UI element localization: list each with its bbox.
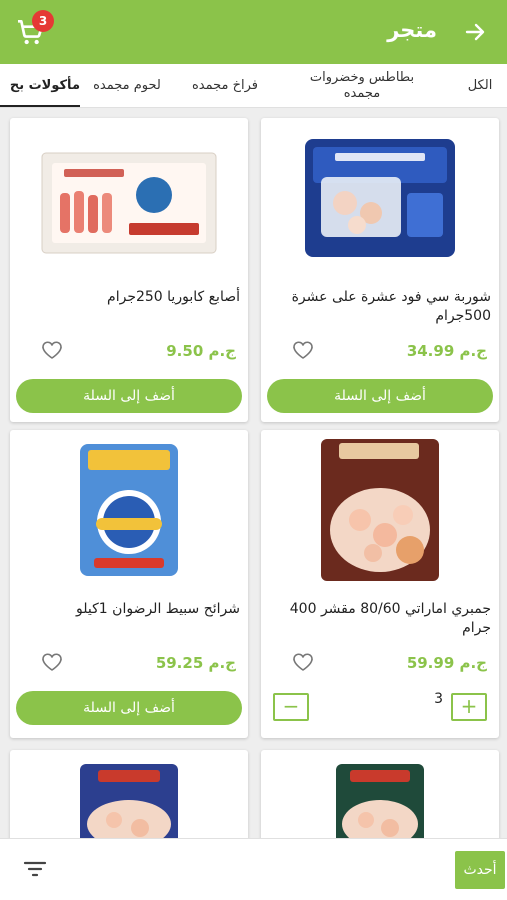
favorite-heart-icon[interactable]: [291, 338, 315, 362]
active-tab-indicator: [0, 105, 80, 107]
favorite-heart-icon[interactable]: [40, 650, 64, 674]
bottom-bar: أحدث: [0, 838, 507, 900]
cart-count-badge: 3: [32, 10, 54, 32]
tab-label: الكل: [467, 78, 493, 94]
tab-label: مجمده: [343, 86, 381, 101]
product-price: ج.م 59.25: [155, 654, 236, 672]
page-title: متجر: [387, 18, 437, 42]
product-price: ج.م 9.50: [166, 342, 236, 360]
product-name: شوربة سي فود عشرة على عشرة 500جرام: [291, 289, 491, 324]
favorite-heart-icon[interactable]: [291, 650, 315, 674]
tab-label: بطاطس وخضروات: [309, 70, 415, 86]
add-to-cart-button[interactable]: أضف إلى السلة: [16, 379, 242, 413]
update-button[interactable]: أحدث: [455, 851, 505, 889]
product-image: [10, 118, 248, 278]
product-name: جمبري اماراتي 80/60 مقشر 400 جرام: [289, 601, 491, 636]
tab-frozen-vegetables[interactable]: بطاطس وخضروات مجمده: [277, 64, 447, 107]
tab-all[interactable]: الكل: [453, 64, 507, 107]
tab-label: فراخ مجمده: [191, 78, 259, 94]
product-card[interactable]: جمبري اماراتي 80/60 مقشر 400 جرام ج.م 59…: [261, 430, 499, 738]
product-grid: شوربة سي فود عشرة على عشرة 500جرام ج.م 3…: [0, 108, 507, 838]
product-name: شرائح سبيط الرضوان 1كيلو: [76, 601, 240, 617]
product-card[interactable]: [10, 750, 248, 838]
tab-seafood[interactable]: مأكولات بح: [0, 64, 80, 107]
app-bar: متجر 3: [0, 0, 507, 64]
increase-quantity-button[interactable]: +: [451, 693, 487, 721]
quantity-value: 3: [434, 691, 443, 707]
product-price: ج.م 59.99: [406, 654, 487, 672]
product-card[interactable]: [261, 750, 499, 838]
product-image: [261, 430, 499, 590]
add-to-cart-button[interactable]: أضف إلى السلة: [16, 691, 242, 725]
product-image: [10, 430, 248, 590]
product-card[interactable]: شرائح سبيط الرضوان 1كيلو ج.م 59.25 أضف إ…: [10, 430, 248, 738]
tab-frozen-poultry[interactable]: فراخ مجمده: [179, 64, 271, 107]
quantity-stepper: − 3 +: [269, 691, 491, 725]
product-image: [261, 118, 499, 278]
product-name: أصابع كابوريا 250جرام: [107, 289, 240, 305]
favorite-heart-icon[interactable]: [40, 338, 64, 362]
product-image: [261, 750, 499, 838]
product-card[interactable]: شوربة سي فود عشرة على عشرة 500جرام ج.م 3…: [261, 118, 499, 422]
filter-icon[interactable]: [22, 857, 48, 881]
tab-label: مأكولات بح: [9, 78, 80, 94]
tab-label: لحوم مجمده: [93, 78, 161, 94]
product-price: ج.م 34.99: [406, 342, 487, 360]
category-tabs: الكل بطاطس وخضروات مجمده فراخ مجمده لحوم…: [0, 64, 507, 108]
tab-frozen-meat[interactable]: لحوم مجمده: [81, 64, 173, 107]
product-image: [10, 750, 248, 838]
product-card[interactable]: أصابع كابوريا 250جرام ج.م 9.50 أضف إلى ا…: [10, 118, 248, 422]
decrease-quantity-button[interactable]: −: [273, 693, 309, 721]
back-arrow-icon[interactable]: [457, 14, 493, 50]
add-to-cart-button[interactable]: أضف إلى السلة: [267, 379, 493, 413]
